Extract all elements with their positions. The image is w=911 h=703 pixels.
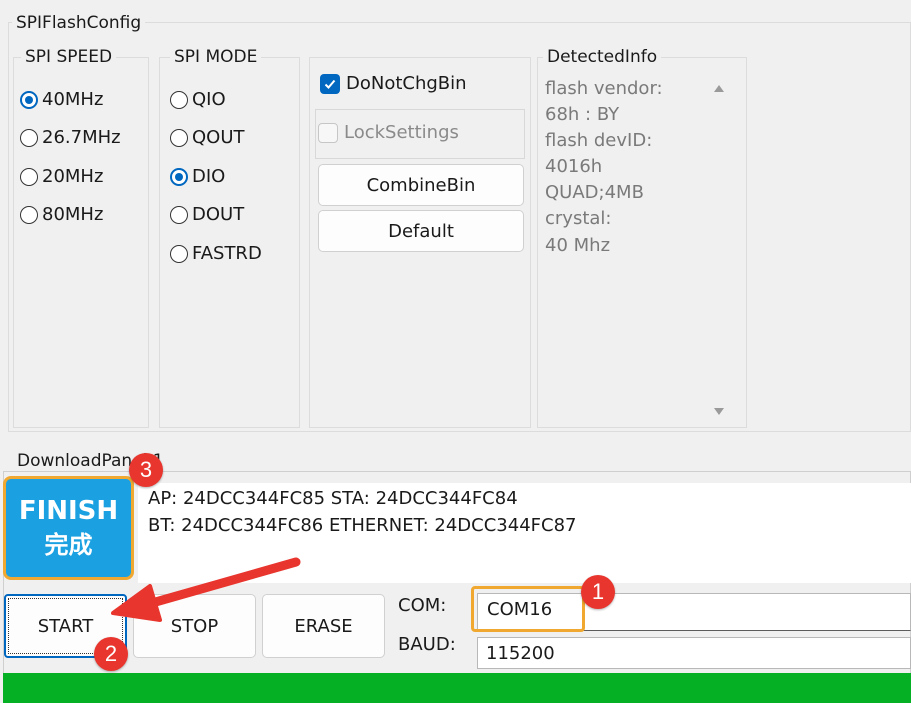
step-badge-1: 1 (581, 575, 615, 609)
step-badge-3: 3 (129, 453, 163, 487)
step-badge-2: 2 (94, 637, 128, 671)
annotation-arrow-icon (111, 557, 301, 622)
